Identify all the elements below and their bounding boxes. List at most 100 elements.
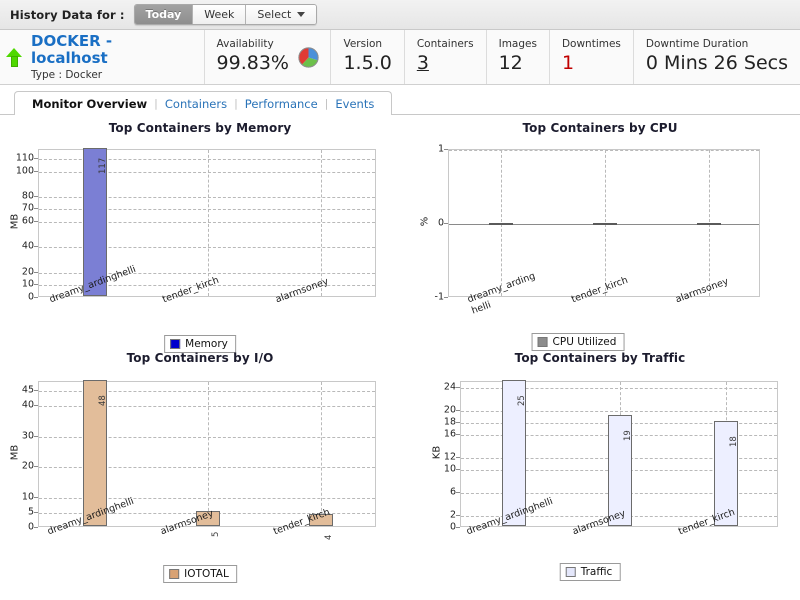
y-axis-tick-traffic: 0 — [449, 521, 456, 533]
y-axis-tickmark — [34, 511, 38, 513]
host-summary-cell: DOCKER - localhost Type : Docker — [0, 30, 206, 84]
y-axis-tick-io: 0 — [27, 521, 34, 533]
y-axis-tick-io: 45 — [21, 384, 34, 396]
chart-title-memory: Top Containers by Memory — [108, 121, 292, 135]
y-axis-tick-traffic: 10 — [443, 463, 456, 475]
version-cell: Version 1.5.0 — [331, 30, 405, 84]
legend-swatch-icon — [565, 567, 576, 577]
downtime-duration-value: 0 Mins 26 Secs — [645, 51, 788, 74]
host-name[interactable]: DOCKER - localhost — [31, 32, 192, 68]
y-axis-tickmark — [444, 223, 448, 224]
y-axis-tick-memory: 110 — [15, 152, 34, 164]
chart-panel-traffic: Top Containers by Traffic 0 2 6 10 12 16 18 20 2… — [400, 345, 800, 590]
y-axis-tick-traffic: 16 — [443, 428, 456, 440]
chart-title-cpu: Top Containers by CPU — [522, 121, 678, 135]
pie-chart-icon[interactable] — [298, 46, 319, 68]
y-axis-tickmark — [34, 496, 38, 498]
y-axis-tickmark — [34, 390, 38, 392]
y-axis-tickmark — [34, 221, 38, 223]
y-axis-label-cpu: % — [419, 216, 431, 227]
y-axis-tickmark — [34, 284, 38, 286]
history-toolbar: History Data for : Today Week Select — [0, 0, 800, 30]
tab-events[interactable]: Events — [328, 97, 381, 111]
chart-panel-memory: Top Containers by Memory 0 10 20 40 60 70 80 10… — [0, 115, 400, 353]
availability-label: Availability — [216, 38, 274, 51]
green-up-arrow-icon — [6, 47, 22, 67]
images-label: Images — [498, 38, 537, 51]
range-select-button[interactable]: Select — [246, 5, 317, 24]
downtimes-value[interactable]: 1 — [562, 52, 621, 75]
y-axis-tick-traffic: 24 — [443, 381, 456, 393]
tab-monitor-overview[interactable]: Monitor Overview — [25, 97, 154, 111]
downtimes-cell: Downtimes 1 — [550, 30, 634, 84]
tab-performance[interactable]: Performance — [238, 97, 325, 111]
category-gridline — [208, 150, 209, 296]
y-axis-tick-traffic: 18 — [443, 416, 456, 428]
monitor-summary-strip: DOCKER - localhost Type : Docker Availab… — [0, 30, 800, 85]
chart-panel-io: Top Containers by I/O 0 5 10 20 30 40 45 MB 48 dr… — [0, 345, 400, 590]
range-select-label: Select — [257, 8, 292, 21]
range-week-button[interactable]: Week — [193, 5, 247, 24]
y-axis-tickmark — [34, 246, 38, 248]
y-axis-tickmark — [456, 433, 460, 435]
legend-label: IOTOTAL — [184, 568, 229, 580]
y-axis-tick-traffic: 12 — [443, 451, 456, 463]
bar-cpu-1[interactable] — [593, 223, 617, 225]
y-axis-tickmark — [34, 208, 38, 210]
y-axis-tickmark — [34, 297, 38, 298]
legend-io[interactable]: IOTOTAL — [163, 565, 237, 583]
version-label: Version — [343, 38, 383, 51]
y-axis-tick-memory: 10 — [21, 278, 34, 290]
y-axis-tickmark — [34, 435, 38, 437]
bar-cpu-0[interactable] — [489, 223, 513, 225]
y-axis-tickmark — [34, 170, 38, 172]
y-axis-tick-cpu: -1 — [434, 291, 444, 303]
y-axis-tickmark — [456, 527, 460, 528]
y-axis-tick-traffic: 6 — [449, 486, 456, 498]
category-gridline — [320, 382, 322, 526]
tab-containers[interactable]: Containers — [158, 97, 234, 111]
range-today-button[interactable]: Today — [134, 5, 194, 24]
y-axis-tickmark — [34, 466, 38, 468]
charts-grid: Top Containers by Memory 0 10 20 40 60 70 80 10… — [0, 115, 800, 590]
y-axis-tick-memory: 40 — [21, 240, 34, 252]
plot-frame-traffic — [460, 380, 778, 527]
bar-value-label-io-1: 5 — [211, 531, 221, 537]
y-axis-tickmark — [34, 527, 38, 528]
y-axis-tick-traffic: 2 — [449, 509, 456, 521]
downtime-duration-cell: Downtime Duration 0 Mins 26 Secs — [634, 30, 800, 84]
chart-title-io: Top Containers by I/O — [126, 351, 274, 365]
y-axis-tick-io: 5 — [27, 506, 34, 518]
time-range-selector[interactable]: Today Week Select — [133, 4, 318, 25]
containers-value[interactable]: 3 — [417, 52, 474, 75]
legend-label: Traffic — [580, 566, 613, 578]
legend-swatch-icon — [169, 569, 180, 579]
downtimes-label: Downtimes — [561, 38, 621, 51]
y-axis-tick-memory: 0 — [27, 291, 34, 303]
legend-traffic[interactable]: Traffic — [559, 563, 621, 581]
y-axis-tickmark — [34, 271, 38, 273]
category-gridline — [320, 150, 322, 296]
chart-title-traffic: Top Containers by Traffic — [514, 351, 686, 365]
y-axis-tickmark — [34, 195, 38, 197]
containers-cell: Containers 3 — [405, 30, 487, 84]
y-axis-tickmark — [456, 456, 460, 458]
category-gridline — [208, 382, 209, 526]
y-axis-tick-memory: 80 — [21, 190, 34, 202]
y-axis-tick-memory: 20 — [21, 266, 34, 278]
y-axis-label-traffic: KB — [431, 445, 443, 460]
y-axis-tickmark — [456, 515, 460, 517]
y-axis-tick-io: 10 — [21, 491, 34, 503]
chart-panel-cpu: Top Containers by CPU -1 0 1% dreamy_arding… — [400, 115, 800, 351]
version-value: 1.5.0 — [343, 51, 392, 74]
plot-frame-io — [38, 380, 376, 527]
y-axis-tickmark — [34, 157, 38, 159]
y-axis-tick-io: 40 — [21, 399, 34, 411]
y-axis-tick-memory: 100 — [15, 165, 34, 176]
plot-frame-cpu — [448, 149, 760, 297]
y-axis-tickmark — [456, 468, 460, 470]
bar-value-label-traffic-0: 25 — [517, 395, 527, 406]
gridline — [449, 150, 759, 151]
bar-cpu-2[interactable] — [697, 223, 721, 225]
y-axis-tickmark — [456, 491, 460, 493]
